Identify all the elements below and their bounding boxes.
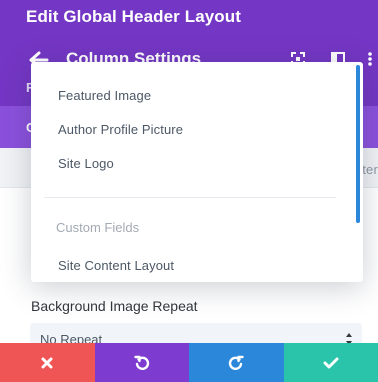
dropdown-option-featured-image[interactable]: Featured Image	[58, 88, 151, 103]
close-icon	[41, 357, 53, 368]
redo-icon	[229, 355, 244, 370]
dropdown-divider	[44, 197, 336, 198]
background-repeat-label: Background Image Repeat	[31, 298, 198, 314]
undo-icon	[134, 355, 149, 370]
modal-title: Edit Global Header Layout	[26, 7, 242, 26]
layout-editor: Edit Global Header Layout Column Setting…	[0, 0, 378, 382]
dropdown-scrollbar[interactable]	[356, 65, 360, 223]
dropdown-option-author-picture[interactable]: Author Profile Picture	[58, 122, 183, 137]
filter-button[interactable]: ter	[362, 162, 378, 177]
dropdown-group-custom-fields: Custom Fields	[56, 220, 140, 235]
save-button[interactable]	[283, 343, 378, 382]
cancel-button[interactable]	[0, 343, 95, 382]
check-icon	[323, 357, 339, 368]
dynamic-content-dropdown: Featured Image Author Profile Picture Si…	[31, 62, 363, 282]
dropdown-option-site-content-layout[interactable]: Site Content Layout	[58, 258, 174, 273]
redo-button[interactable]	[189, 343, 284, 382]
undo-button[interactable]	[94, 343, 189, 382]
dropdown-option-site-logo[interactable]: Site Logo	[58, 156, 114, 171]
more-options-icon[interactable]	[367, 52, 373, 66]
modal-action-bar	[0, 343, 378, 382]
